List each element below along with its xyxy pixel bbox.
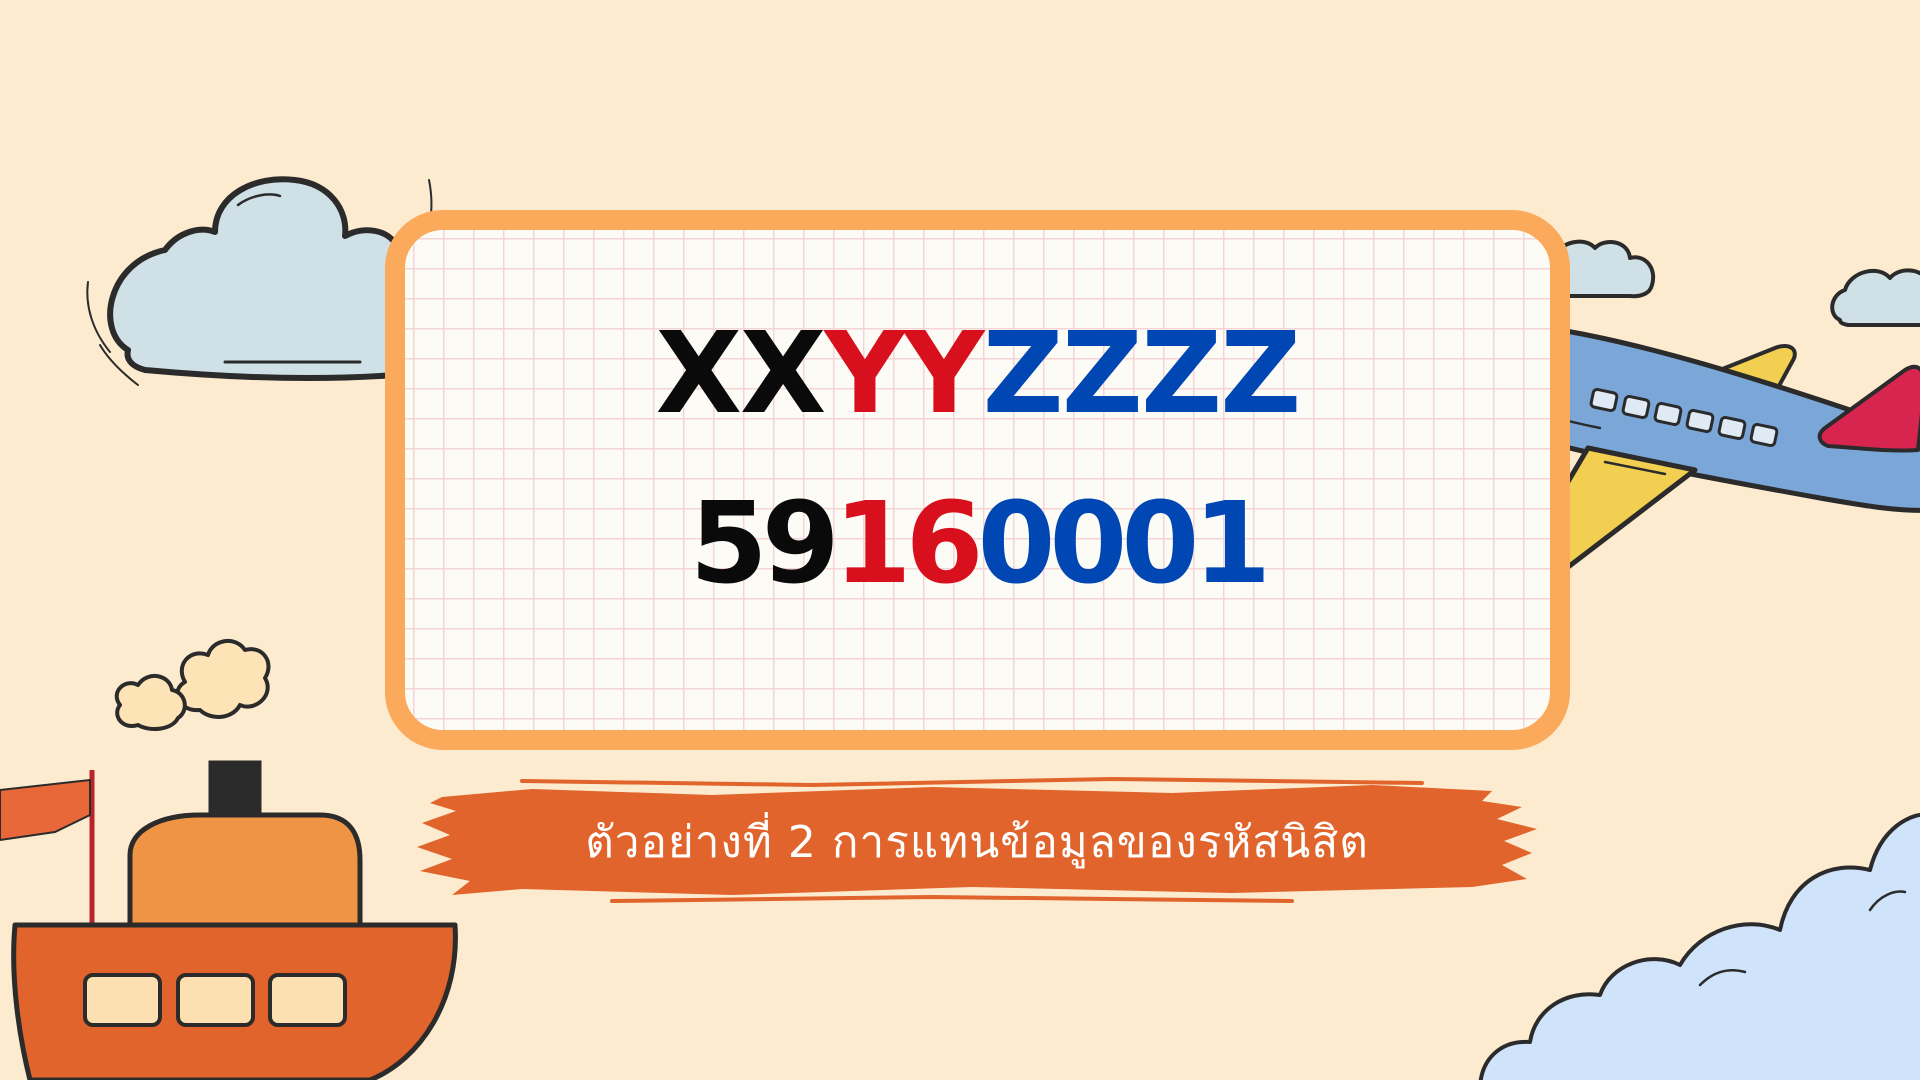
- example-segment-year: 59: [689, 479, 840, 609]
- flag-icon: [0, 778, 91, 842]
- code-card: XXYYZZZZ 59160001: [385, 210, 1570, 750]
- cloud-icon: [1478, 812, 1920, 1080]
- format-segment-year: XX: [655, 309, 827, 439]
- cloud-icon: [86, 176, 437, 386]
- caption-banner: ตัวอย่างที่ 2 การแทนข้อมูลของรหัสนิสิต: [412, 775, 1542, 905]
- cloud-icon: [1830, 268, 1920, 327]
- example-segment-sequence: 0001: [977, 479, 1272, 609]
- student-id-format: XXYYZZZZ: [405, 318, 1550, 430]
- example-segment-faculty: 16: [833, 479, 984, 609]
- caption-text: ตัวอย่างที่ 2 การแทนข้อมูลของรหัสนิสิต: [585, 817, 1369, 868]
- student-id-example: 59160001: [405, 488, 1550, 600]
- format-segment-faculty: YY: [824, 309, 984, 439]
- format-segment-sequence: ZZZZ: [982, 309, 1302, 439]
- slide: XXYYZZZZ 59160001 ตัวอย่างที่ 2 การแทนข้…: [0, 0, 1920, 1080]
